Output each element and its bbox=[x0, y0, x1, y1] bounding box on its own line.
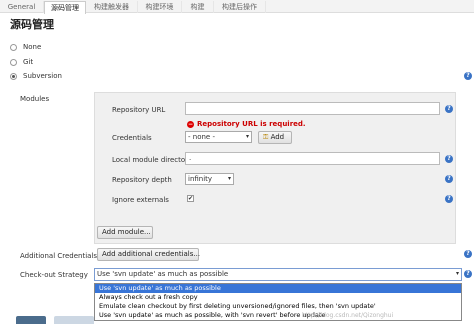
minus-circle-icon: − bbox=[187, 120, 194, 128]
ignore-externals-label: Ignore externals bbox=[112, 196, 169, 204]
question-circle-icon[interactable]: ? bbox=[445, 175, 453, 183]
add-credentials-label: Add bbox=[270, 133, 285, 141]
chevron-down-icon: ▾ bbox=[227, 175, 231, 182]
chevron-down-icon: ▾ bbox=[245, 133, 249, 140]
scm-option-git[interactable]: Git bbox=[10, 58, 33, 66]
question-circle-icon[interactable]: ? bbox=[464, 72, 472, 80]
add-additional-credentials-button[interactable]: Add additional credentials... bbox=[97, 248, 200, 261]
radio-subversion[interactable] bbox=[10, 72, 17, 80]
repository-depth-value: infinity bbox=[188, 175, 213, 183]
add-credentials-button[interactable]: ⚿ Add bbox=[258, 131, 292, 144]
save-button[interactable] bbox=[16, 316, 46, 324]
tab-general[interactable]: General bbox=[0, 1, 44, 13]
tab-post-build-actions[interactable]: 构建后操作 bbox=[214, 1, 266, 13]
config-tab-bar: General 源码管理 构建触发器 构建环境 构建 构建后操作 bbox=[0, 0, 474, 14]
credentials-select[interactable]: - none - ▾ bbox=[185, 131, 252, 143]
modules-label: Modules bbox=[20, 95, 50, 103]
radio-git[interactable] bbox=[10, 58, 17, 66]
checkout-strategy-value: Use 'svn update' as much as possible bbox=[97, 270, 229, 278]
question-circle-icon[interactable]: ? bbox=[464, 270, 472, 278]
credentials-select-value: - none - bbox=[188, 133, 215, 141]
apply-button[interactable] bbox=[54, 316, 94, 324]
scm-option-none[interactable]: None bbox=[10, 43, 41, 51]
checkmark-icon: ✔ bbox=[188, 195, 194, 202]
scm-config-page: General 源码管理 构建触发器 构建环境 构建 构建后操作 源码管理 No… bbox=[0, 0, 474, 324]
watermark: http://blog.csdn.net/Qizonghui bbox=[302, 312, 394, 319]
tab-build-environment[interactable]: 构建环境 bbox=[138, 1, 182, 13]
question-circle-icon[interactable]: ? bbox=[464, 250, 472, 258]
question-circle-icon[interactable]: ? bbox=[445, 155, 453, 163]
radio-none[interactable] bbox=[10, 43, 17, 51]
local-module-directory-label: Local module directory bbox=[112, 156, 193, 164]
credentials-label: Credentials bbox=[112, 134, 152, 142]
chevron-down-icon: ▾ bbox=[455, 270, 459, 277]
repository-url-input[interactable] bbox=[185, 102, 440, 115]
tab-source-code-management[interactable]: 源码管理 bbox=[44, 1, 86, 14]
key-icon: ⚿ bbox=[263, 133, 269, 141]
checkout-strategy-label: Check-out Strategy bbox=[20, 271, 88, 279]
question-circle-icon[interactable]: ? bbox=[445, 195, 453, 203]
repository-url-label: Repository URL bbox=[112, 106, 166, 114]
question-circle-icon[interactable]: ? bbox=[445, 105, 453, 113]
repository-url-error: − Repository URL is required. bbox=[187, 120, 306, 128]
checkout-strategy-select[interactable]: Use 'svn update' as much as possible ▾ bbox=[94, 268, 462, 281]
repository-depth-label: Repository depth bbox=[112, 176, 172, 184]
additional-credentials-label: Additional Credentials bbox=[20, 252, 98, 260]
repository-depth-select[interactable]: infinity ▾ bbox=[185, 173, 234, 185]
section-title: 源码管理 bbox=[10, 18, 54, 31]
ignore-externals-checkbox[interactable]: ✔ bbox=[187, 195, 194, 202]
repository-url-error-text: Repository URL is required. bbox=[197, 120, 306, 128]
checkout-option[interactable]: Always check out a fresh copy bbox=[95, 293, 461, 302]
tab-build-triggers[interactable]: 构建触发器 bbox=[86, 1, 138, 13]
add-module-button[interactable]: Add module... bbox=[97, 226, 153, 239]
checkout-strategy-dropdown: Use 'svn update' as much as possible Alw… bbox=[94, 283, 462, 321]
checkout-option[interactable]: Use 'svn update' as much as possible bbox=[95, 284, 461, 293]
checkout-option[interactable]: Use 'svn update' as much as possible, wi… bbox=[95, 311, 461, 320]
radio-label-git: Git bbox=[23, 58, 34, 66]
checkout-option[interactable]: Emulate clean checkout by first deleting… bbox=[95, 302, 461, 311]
radio-label-none: None bbox=[23, 43, 42, 51]
local-module-directory-input[interactable]: . bbox=[185, 152, 440, 165]
radio-label-subversion: Subversion bbox=[23, 72, 62, 80]
scm-option-subversion[interactable]: Subversion bbox=[10, 72, 62, 80]
tab-build[interactable]: 构建 bbox=[182, 1, 214, 13]
